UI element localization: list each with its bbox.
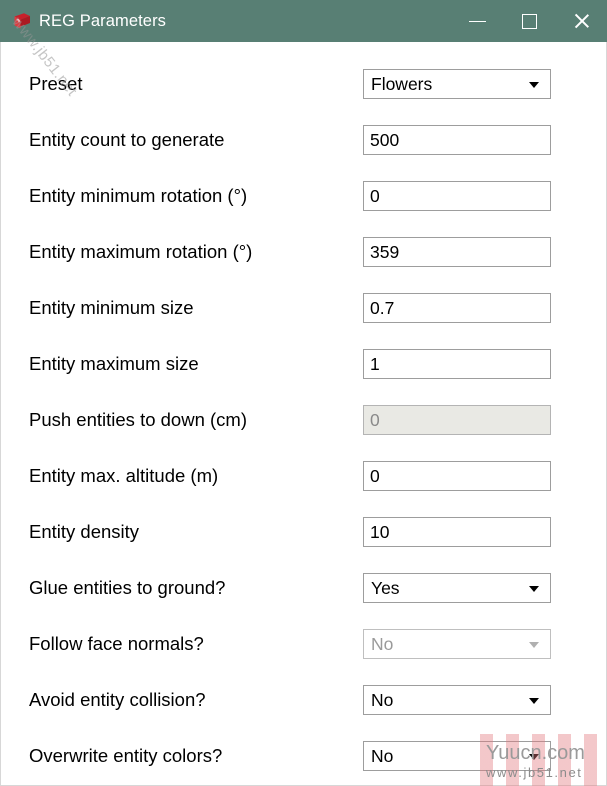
chevron-down-icon	[529, 586, 539, 592]
label-entity-maximum-size: Entity maximum size	[29, 353, 199, 374]
minimize-icon	[468, 20, 486, 22]
minimize-button[interactable]	[451, 0, 503, 42]
form-row-glue-entities-to-ground: Glue entities to ground? Yes	[1, 560, 606, 616]
close-icon	[572, 12, 590, 30]
select-follow-face-normals: No	[363, 629, 551, 659]
form-row-overwrite-entity-colors: Overwrite entity colors? No	[1, 728, 606, 784]
form-row-follow-face-normals: Follow face normals? No	[1, 616, 606, 672]
select-avoid-entity-collision[interactable]: No	[363, 685, 551, 715]
select-value-avoid-entity-collision: No	[371, 690, 394, 710]
maximize-button[interactable]	[503, 0, 555, 42]
label-glue-entities-to-ground: Glue entities to ground?	[29, 577, 226, 598]
form-row-entity-minimum-size: Entity minimum size	[1, 280, 606, 336]
input-entity-max-altitude[interactable]	[363, 461, 551, 491]
title-bar: REG Parameters	[0, 0, 607, 42]
label-preset: Preset	[29, 73, 83, 94]
window-controls	[451, 0, 607, 42]
select-value-overwrite-entity-colors: No	[371, 746, 394, 766]
form-row-preset: Preset Flowers	[1, 56, 606, 112]
label-follow-face-normals: Follow face normals?	[29, 633, 204, 654]
select-overwrite-entity-colors[interactable]: No	[363, 741, 551, 771]
select-glue-entities-to-ground[interactable]: Yes	[363, 573, 551, 603]
label-entity-count-to-generate: Entity count to generate	[29, 129, 225, 150]
window-title: REG Parameters	[39, 11, 167, 30]
chevron-down-icon	[529, 642, 539, 648]
form-row-avoid-entity-collision: Avoid entity collision? No	[1, 672, 606, 728]
input-entity-count-to-generate[interactable]	[363, 125, 551, 155]
input-entity-density[interactable]	[363, 517, 551, 547]
label-push-entities-to-down: Push entities to down (cm)	[29, 409, 247, 430]
parameters-form: Preset Flowers Entity count to generate Ent…	[0, 42, 607, 786]
form-row-entity-density: Entity density	[1, 504, 606, 560]
label-avoid-entity-collision: Avoid entity collision?	[29, 689, 206, 710]
label-overwrite-entity-colors: Overwrite entity colors?	[29, 745, 223, 766]
label-entity-density: Entity density	[29, 521, 140, 542]
chevron-down-icon	[529, 698, 539, 704]
select-value-follow-face-normals: No	[371, 634, 394, 654]
reg-parameters-window: REG Parameters Preset Flowers Entity count…	[0, 0, 607, 786]
form-row-entity-max-altitude: Entity max. altitude (m)	[1, 448, 606, 504]
select-preset[interactable]: Flowers	[363, 69, 551, 99]
select-value-preset: Flowers	[371, 74, 433, 94]
sketchup-logo-icon	[12, 11, 32, 31]
label-entity-minimum-size: Entity minimum size	[29, 297, 194, 318]
form-row-push-entities-to-down: Push entities to down (cm)	[1, 392, 606, 448]
form-row-entity-count-to-generate: Entity count to generate	[1, 112, 606, 168]
input-entity-maximum-rotation[interactable]	[363, 237, 551, 267]
chevron-down-icon	[529, 754, 539, 760]
input-entity-maximum-size[interactable]	[363, 349, 551, 379]
form-row-entity-maximum-size: Entity maximum size	[1, 336, 606, 392]
label-entity-minimum-rotation: Entity minimum rotation (°)	[29, 185, 248, 206]
label-entity-max-altitude: Entity max. altitude (m)	[29, 465, 219, 486]
form-row-entity-maximum-rotation: Entity maximum rotation (°)	[1, 224, 606, 280]
input-push-entities-to-down	[363, 405, 551, 435]
form-row-entity-minimum-rotation: Entity minimum rotation (°)	[1, 168, 606, 224]
label-entity-maximum-rotation: Entity maximum rotation (°)	[29, 241, 253, 262]
select-value-glue-entities-to-ground: Yes	[371, 578, 400, 598]
input-entity-minimum-rotation[interactable]	[363, 181, 551, 211]
input-entity-minimum-size[interactable]	[363, 293, 551, 323]
maximize-icon	[521, 13, 537, 29]
close-button[interactable]	[555, 0, 607, 42]
chevron-down-icon	[529, 82, 539, 88]
